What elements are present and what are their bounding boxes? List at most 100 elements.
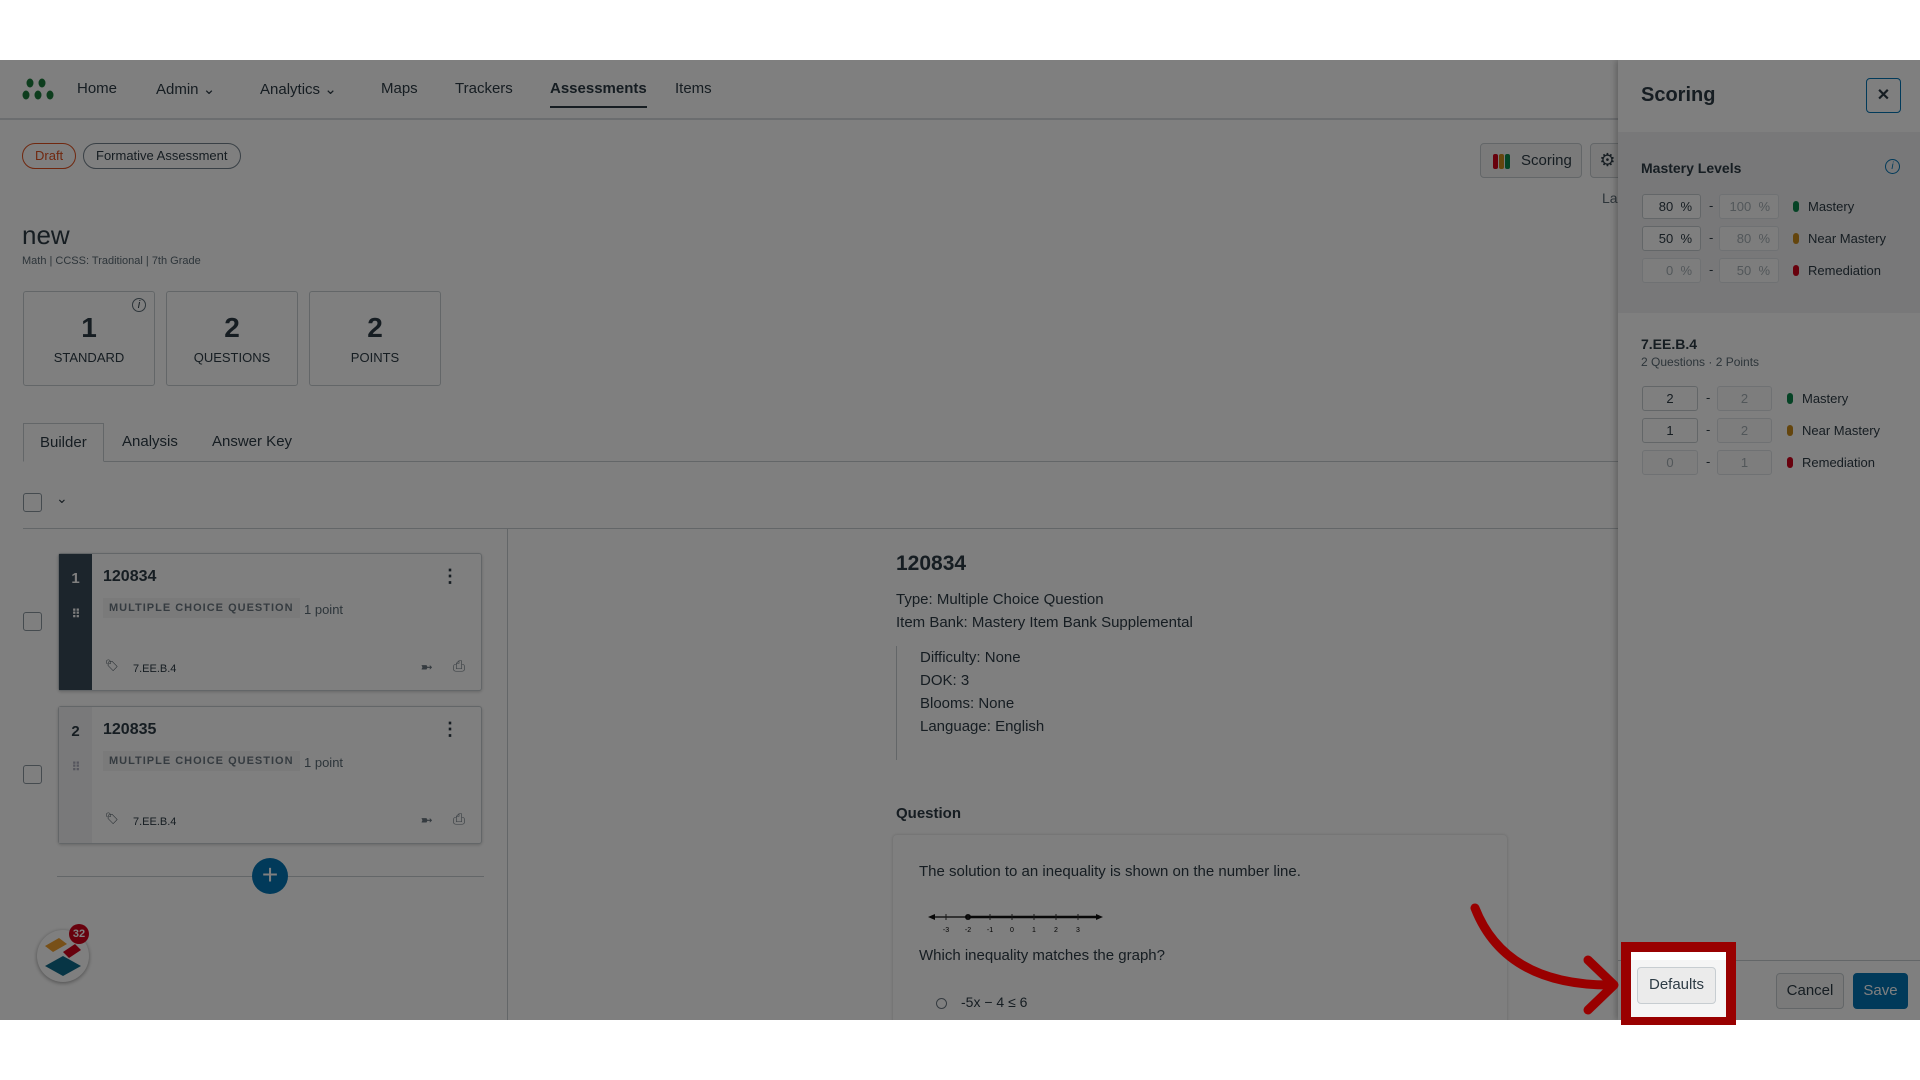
- preview-icon[interactable]: ➼: [420, 658, 433, 676]
- number-line-label: -1: [987, 927, 993, 934]
- standard-min-input[interactable]: 1: [1642, 418, 1698, 443]
- annotation-arrow: [1470, 903, 1619, 1015]
- level-label: Remediation: [1802, 455, 1875, 470]
- question-standard: 7.EE.B.4: [133, 816, 177, 828]
- level-color-icon: [1787, 457, 1793, 468]
- scoring-panel: Scoring ✕ Mastery Levels i 80 % - 100 % …: [1618, 60, 1920, 1020]
- range-dash: -: [1706, 454, 1711, 469]
- more-options-icon[interactable]: ⋮: [441, 566, 459, 587]
- help-widget[interactable]: 32: [37, 924, 89, 982]
- tag-icon: 🏷: [105, 813, 119, 825]
- question-card[interactable]: 2 ⠿ 120835 ⋮ MULTIPLE CHOICE QUESTION 1 p…: [58, 706, 482, 844]
- number-line-label: -2: [965, 927, 971, 934]
- level-min-input[interactable]: 80 %: [1642, 194, 1701, 219]
- level-color-icon: [1793, 233, 1799, 244]
- question-type: MULTIPLE CHOICE QUESTION: [103, 751, 300, 771]
- scoring-button-label: Scoring: [1521, 152, 1572, 169]
- standard-min-input[interactable]: 2: [1642, 386, 1698, 411]
- detail-title: 120834: [896, 552, 967, 575]
- level-max-value: 50: [1736, 263, 1752, 278]
- unit: %: [1758, 263, 1770, 278]
- unit: %: [1680, 199, 1692, 214]
- preview-icon[interactable]: ➼: [420, 811, 433, 829]
- level-label: Mastery: [1802, 391, 1849, 406]
- question-checkbox[interactable]: [23, 612, 42, 631]
- stat-standard: i 1 STANDARD: [23, 291, 155, 386]
- type-badge: Formative Assessment: [83, 143, 241, 169]
- standard-min-input: 0: [1642, 450, 1698, 475]
- chevron-down-icon[interactable]: ⌄: [56, 490, 68, 507]
- stat-value: 1: [81, 312, 97, 343]
- add-question-button[interactable]: +: [252, 858, 288, 894]
- logo-icon: [22, 78, 54, 100]
- panel-title: Scoring: [1641, 84, 1716, 106]
- question-checkbox[interactable]: [23, 765, 42, 784]
- divider: [23, 528, 1623, 529]
- truncated-label: La: [1602, 190, 1618, 206]
- defaults-button[interactable]: Defaults: [1637, 967, 1716, 1004]
- print-icon[interactable]: ⎙: [453, 658, 465, 675]
- nav-analytics[interactable]: Analytics ⌄: [260, 80, 337, 98]
- close-icon[interactable]: ✕: [1866, 78, 1901, 113]
- stat-value: 2: [367, 312, 383, 343]
- question-box: The solution to an inequality is shown o…: [893, 835, 1507, 1020]
- more-options-icon[interactable]: ⋮: [441, 719, 459, 740]
- info-icon[interactable]: i: [132, 298, 146, 312]
- level-min-value: 50: [1658, 231, 1674, 246]
- drag-handle[interactable]: 2 ⠿: [59, 707, 92, 843]
- nav-admin[interactable]: Admin ⌄: [156, 80, 215, 98]
- assessment-subtitle: Math | CCSS: Traditional | 7th Grade: [22, 255, 201, 267]
- question-prompt: The solution to an inequality is shown o…: [919, 863, 1301, 880]
- stat-label: POINTS: [350, 350, 400, 365]
- info-icon[interactable]: i: [1885, 159, 1900, 174]
- print-icon[interactable]: ⎙: [453, 811, 465, 828]
- level-label: Remediation: [1808, 263, 1881, 278]
- tag-icon: 🏷: [105, 660, 119, 672]
- level-min-value: 80: [1658, 199, 1674, 214]
- select-all-checkbox[interactable]: [23, 493, 42, 512]
- standard-max-input: 2: [1717, 418, 1772, 443]
- question-id: 120834: [103, 568, 157, 585]
- level-max-input: 80 %: [1719, 226, 1779, 251]
- standard-summary: 2 Questions · 2 Points: [1641, 355, 1760, 369]
- level-max-input: 100 %: [1719, 194, 1779, 219]
- standard-code: 7.EE.B.4: [1641, 336, 1698, 352]
- nav-analytics-label: Analytics: [260, 81, 321, 98]
- drag-icon: ⠿: [71, 760, 81, 774]
- highlight-box: Defaults: [1621, 942, 1736, 1025]
- tab-answer-key[interactable]: Answer Key: [196, 423, 308, 462]
- level-color-icon: [1793, 201, 1799, 212]
- save-button[interactable]: Save: [1853, 973, 1908, 1009]
- nav-items[interactable]: Items: [675, 80, 712, 97]
- unit: %: [1680, 231, 1692, 246]
- nav-admin-label: Admin: [156, 81, 199, 98]
- option-radio[interactable]: [936, 998, 947, 1009]
- nav-home[interactable]: Home: [77, 80, 117, 97]
- question-points: 1 point: [304, 755, 344, 770]
- cancel-button[interactable]: Cancel: [1776, 973, 1844, 1009]
- difficulty: Difficulty: None: [920, 649, 1021, 666]
- status-badge: Draft: [22, 143, 77, 169]
- mastery-bars-icon: [1493, 154, 1510, 174]
- app: Home Admin ⌄ Analytics ⌄ Maps Trackers A…: [0, 60, 1920, 1020]
- tab-builder[interactable]: Builder: [23, 423, 104, 462]
- number-line-label: 0: [1010, 927, 1014, 934]
- stat-questions: 2 QUESTIONS: [166, 291, 298, 386]
- scoring-button[interactable]: Scoring: [1480, 143, 1582, 178]
- drag-icon: ⠿: [71, 607, 81, 621]
- question-card[interactable]: 1 ⠿ 120834 ⋮ MULTIPLE CHOICE QUESTION 1 p…: [58, 553, 482, 691]
- level-max-value: 100: [1729, 199, 1752, 214]
- tab-analysis[interactable]: Analysis: [106, 423, 194, 462]
- stat-label: STANDARD: [53, 350, 125, 365]
- detail-metadata: Difficulty: None DOK: 3 Blooms: None Lan…: [896, 646, 1044, 760]
- range-dash: -: [1709, 262, 1714, 277]
- question-id: 120835: [103, 721, 157, 738]
- nav-assessments[interactable]: Assessments: [550, 80, 647, 108]
- dok: DOK: 3: [920, 672, 970, 689]
- level-label: Near Mastery: [1802, 423, 1881, 438]
- nav-trackers[interactable]: Trackers: [455, 80, 513, 97]
- notification-badge: 32: [69, 924, 89, 944]
- level-min-input[interactable]: 50 %: [1642, 226, 1701, 251]
- drag-handle[interactable]: 1 ⠿: [59, 554, 92, 690]
- nav-maps[interactable]: Maps: [381, 80, 418, 97]
